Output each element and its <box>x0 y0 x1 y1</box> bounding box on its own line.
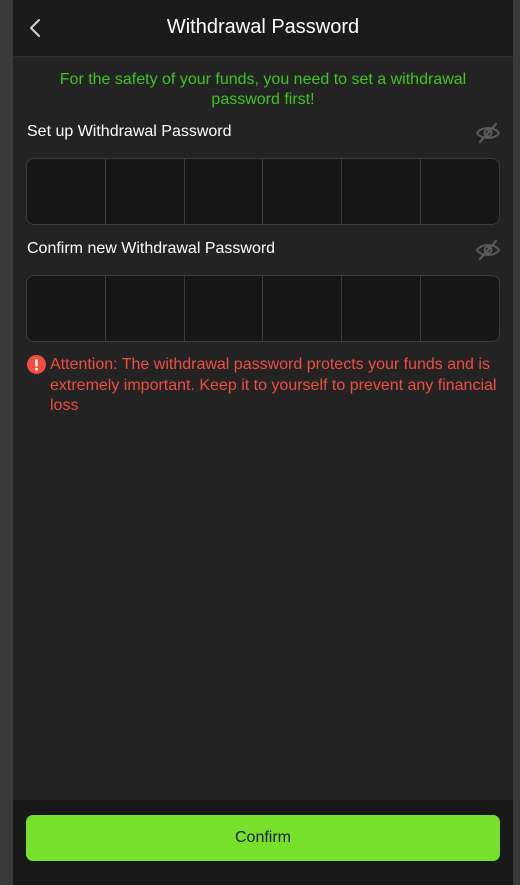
setup-digit-cell[interactable] <box>263 159 343 224</box>
chevron-left-icon[interactable] <box>25 16 47 40</box>
confirm-digit-cell[interactable] <box>342 276 422 341</box>
safety-notice: For the safety of your funds, you need t… <box>59 71 467 108</box>
confirm-digit-cell[interactable] <box>106 276 185 341</box>
eye-off-icon[interactable] <box>475 239 501 261</box>
setup-digit-cell[interactable] <box>185 159 264 224</box>
page-title: Withdrawal Password <box>166 16 360 38</box>
header-bar: Withdrawal Password <box>13 0 513 57</box>
setup-digit-cell[interactable] <box>27 159 106 224</box>
footer-bar: Confirm <box>13 800 513 885</box>
withdrawal-password-screen: Withdrawal Password For the safety of yo… <box>13 0 513 885</box>
confirm-digit-cell[interactable] <box>263 276 343 341</box>
confirm-digit-cell[interactable] <box>185 276 264 341</box>
confirm-digit-cell[interactable] <box>421 276 499 341</box>
confirm-digit-cell[interactable] <box>27 276 106 341</box>
setup-password-label: Set up Withdrawal Password <box>27 123 232 140</box>
setup-digit-cell[interactable] <box>342 159 422 224</box>
eye-off-icon[interactable] <box>475 122 501 144</box>
exclamation-circle-icon <box>27 355 46 374</box>
setup-digit-cell[interactable] <box>421 159 499 224</box>
confirm-password-label: Confirm new Withdrawal Password <box>27 240 276 257</box>
attention-text: Attention: The withdrawal password prote… <box>50 356 497 414</box>
setup-password-input[interactable] <box>26 158 500 225</box>
setup-digit-cell[interactable] <box>106 159 185 224</box>
confirm-button[interactable]: Confirm <box>26 815 500 861</box>
confirm-password-input[interactable] <box>26 275 500 342</box>
